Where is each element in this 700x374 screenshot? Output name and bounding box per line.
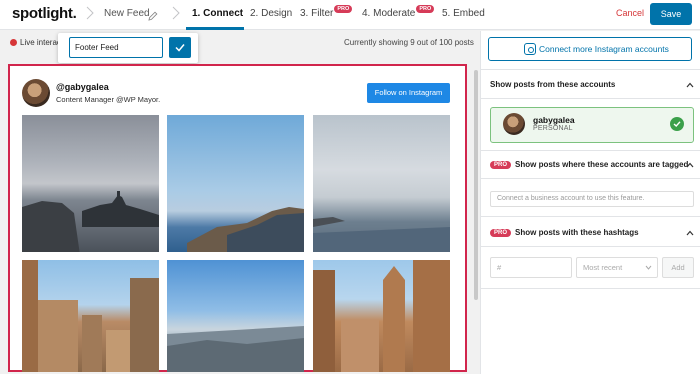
feed-name[interactable]: New Feed [104,8,150,19]
section-header-tagged[interactable]: PRO Show posts where these accounts are t… [490,160,688,169]
tab-moderate[interactable]: 4. Moderate PRO [362,5,435,19]
post-thumbnail[interactable] [22,260,159,372]
account-name: gabygalea [533,115,575,125]
post-thumbnail[interactable] [313,260,450,372]
divider [481,246,700,247]
follow-on-instagram-button[interactable]: Follow on Instagram [367,83,450,103]
posts-count-text: Currently showing 9 out of 100 posts [344,38,474,47]
divider [481,69,700,70]
post-thumbnail[interactable] [167,115,304,252]
spotlight-logo: spotlight. [12,5,77,22]
account-type: PERSONAL [533,125,573,132]
confirm-name-button[interactable] [169,37,191,58]
post-thumbnail[interactable] [22,115,159,252]
hashtag-input[interactable]: # [490,257,572,278]
chevron-right-icon [86,6,94,20]
divider [481,178,700,179]
profile-username: @gabygalea [56,82,109,92]
hashtag-sort-select[interactable]: Most recent [576,257,658,278]
account-avatar [503,113,525,135]
pro-badge: PRO [490,160,512,169]
chevron-up-icon[interactable] [686,162,694,168]
divider [481,216,700,217]
section-header-hashtags[interactable]: PRO Show posts with these hashtags [490,228,639,237]
chevron-right-icon [172,6,180,20]
chevron-down-icon [645,265,652,270]
save-button[interactable]: Save [650,3,692,25]
instagram-icon [524,43,536,55]
pro-badge: PRO [490,228,512,237]
divider [481,98,700,99]
profile-avatar [22,79,50,107]
post-thumbnail[interactable] [313,115,450,252]
post-thumbnail[interactable] [167,260,304,372]
active-tab-indicator [186,27,244,30]
pro-badge: PRO [334,5,353,13]
divider [481,150,700,151]
divider [481,288,700,289]
tab-embed[interactable]: 5. Embed [442,8,485,19]
cancel-button[interactable]: Cancel [616,8,644,18]
tab-design[interactable]: 2. Design [250,8,292,19]
feed-name-input[interactable] [69,37,163,58]
profile-bio: Content Manager @WP Mayor. [56,95,161,104]
live-interaction-label[interactable]: Live interac [20,38,61,47]
section-header-accounts[interactable]: Show posts from these accounts [490,80,615,89]
business-account-field: Connect a business account to use this f… [490,191,694,207]
pro-badge: PRO [416,5,435,13]
live-indicator-dot [10,39,17,46]
check-icon [175,44,185,52]
pencil-icon[interactable] [148,8,158,21]
preview-scrollbar[interactable] [474,70,478,300]
chevron-up-icon[interactable] [686,82,694,88]
tab-filter[interactable]: 3. Filter PRO [300,5,353,19]
tab-connect[interactable]: 1. Connect [192,8,243,19]
chevron-up-icon[interactable] [686,230,694,236]
connect-accounts-button[interactable]: Connect more Instagram accounts [488,37,692,61]
selected-check-icon [670,117,684,131]
add-hashtag-button[interactable]: Add [662,257,694,278]
